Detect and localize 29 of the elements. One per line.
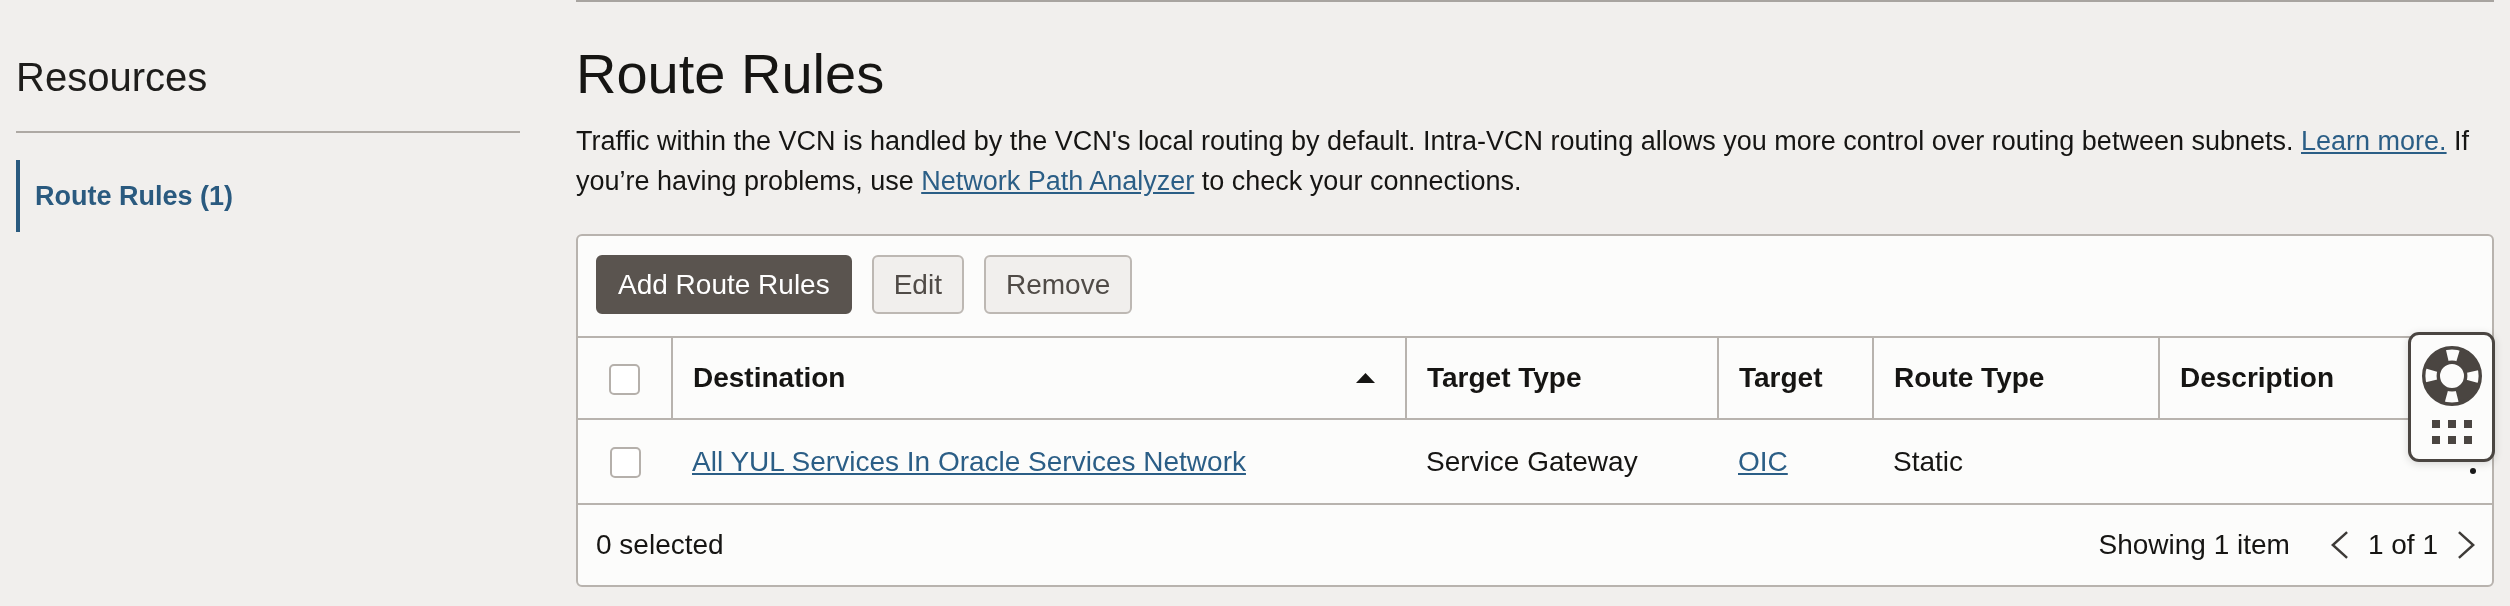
sidebar-item[interactable]: Route Rules (1) [16, 160, 520, 232]
row-checkbox[interactable] [609, 447, 641, 479]
toolbar-button[interactable]: Remove [983, 255, 1133, 314]
select-all-checkbox[interactable] [609, 363, 640, 395]
column-header: Route Type [1894, 362, 2045, 394]
lifebuoy-icon[interactable] [2420, 345, 2483, 407]
grid-icon[interactable] [2431, 420, 2472, 444]
chevron-right-icon[interactable] [2457, 530, 2476, 560]
table-cell: Service Gateway [1406, 419, 1718, 504]
description-link[interactable]: Learn more. [2301, 126, 2447, 156]
item-count: Showing 1 item [2098, 529, 2290, 561]
page-indicator: 1 of 1 [2367, 529, 2438, 561]
column-header: Destination [693, 362, 846, 394]
dot-icon[interactable] [2470, 468, 2476, 474]
table-cell: Static [1873, 419, 2159, 504]
column-header: Description [2180, 362, 2335, 394]
selection-count: 0 selected [596, 529, 724, 561]
page-title: Route Rules [576, 41, 886, 107]
table-link[interactable]: All YUL Services In Oracle Services Network [692, 445, 1246, 477]
description-link[interactable]: Network Path Analyzer [921, 166, 1195, 196]
toolbar-button[interactable]: Edit [871, 255, 964, 314]
table-link[interactable]: OIC [1738, 445, 1788, 477]
description-text: Traffic within the VCN is handled by the VCN's local routing by default. Intra-VCN routing allows you more control over routing between subnets. Learn more. If you’re having problems, use Network Path Analyzer to check your connections. [576, 125, 2471, 198]
chevron-left-icon[interactable] [2329, 530, 2349, 560]
sidebar-title: Resources [16, 54, 209, 101]
toolbar-button[interactable]: Add Route Rules [596, 255, 852, 314]
column-header: Target [1739, 362, 1823, 394]
column-header: Target Type [1427, 362, 1582, 394]
sort-icon[interactable] [1356, 373, 1375, 383]
